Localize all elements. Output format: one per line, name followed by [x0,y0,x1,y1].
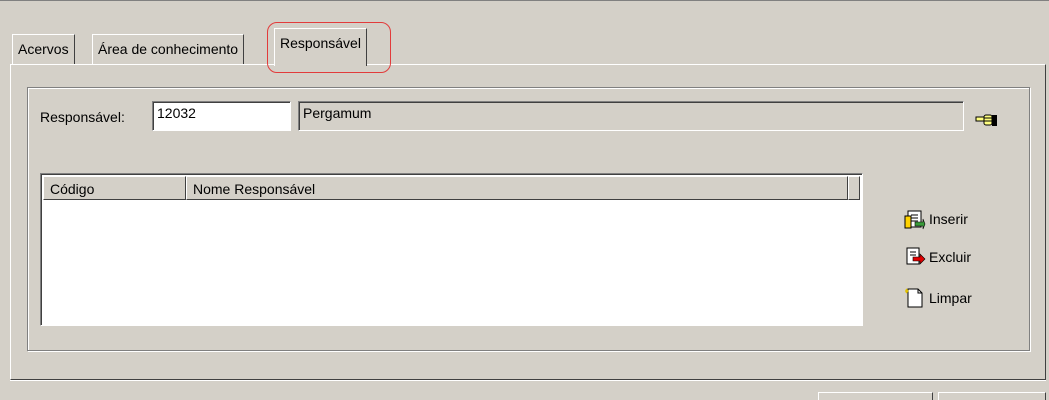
tab-label: Área de conhecimento [98,41,239,57]
responsavel-label: Responsável: [40,109,125,125]
tab-label: Responsável [280,35,361,51]
insert-button-label: Inserir [929,211,968,227]
column-header-label: Código [50,181,95,197]
clear-button[interactable]: Limpar [904,284,994,312]
tab-label: Acervos [18,41,69,57]
responsavel-name-field: Pergamum [298,101,964,131]
bottom-button-2[interactable] [938,392,1046,400]
column-header-nome-responsavel[interactable]: Nome Responsável [186,176,848,200]
tab-area-de-conhecimento[interactable]: Área de conhecimento [92,34,245,64]
delete-icon [906,247,926,265]
clear-icon [905,288,923,308]
insert-button[interactable]: Inserir [904,205,994,233]
responsaveis-list[interactable]: Código Nome Responsável [40,173,863,326]
insert-icon [904,210,926,230]
clear-button-label: Limpar [929,290,972,306]
window-frame [0,0,1049,10]
bottom-button-1[interactable] [818,392,933,400]
delete-button-label: Excluir [929,249,972,265]
column-header-filler [848,176,860,200]
delete-button[interactable]: Excluir [904,243,994,271]
column-header-label: Nome Responsável [193,181,316,197]
responsavel-code-field[interactable]: 12032 [152,101,291,131]
tab-responsavel[interactable]: Responsável [274,28,367,66]
column-header-codigo[interactable]: Código [43,176,186,200]
tab-acervos[interactable]: Acervos [12,34,75,64]
pointing-hand-icon[interactable] [975,110,999,130]
